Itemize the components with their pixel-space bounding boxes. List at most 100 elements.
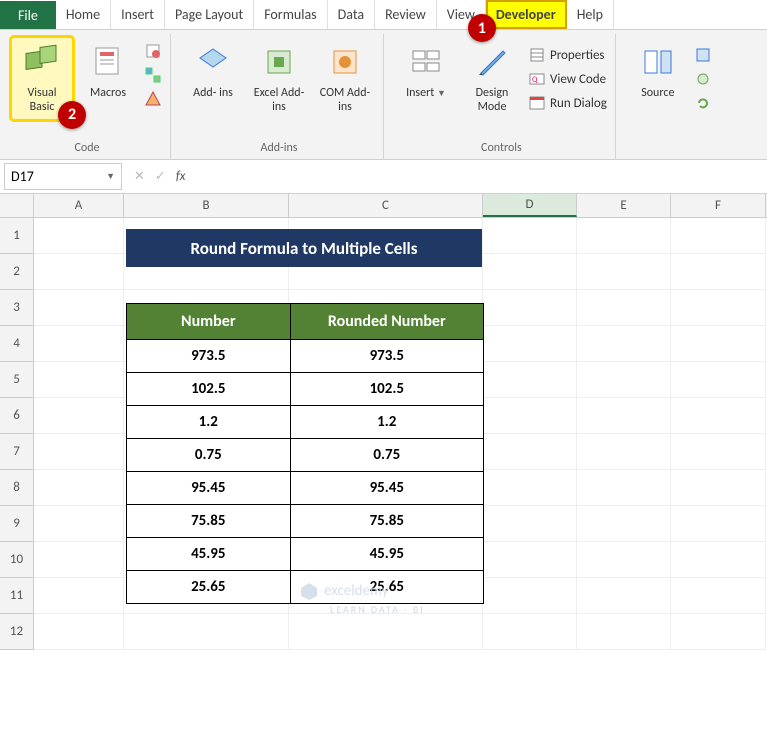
cell[interactable] <box>671 434 766 470</box>
cell-number[interactable]: 25.65 <box>127 571 291 604</box>
addins-button[interactable]: Add- ins <box>183 38 243 104</box>
cell-rounded[interactable]: 1.2 <box>290 406 483 439</box>
cell[interactable] <box>671 218 766 254</box>
row-header[interactable]: 4 <box>0 326 34 362</box>
tab-help[interactable]: Help <box>567 0 614 29</box>
cell[interactable] <box>671 254 766 290</box>
cell[interactable] <box>34 362 124 398</box>
cell-rounded[interactable]: 45.95 <box>290 538 483 571</box>
tab-developer[interactable]: Developer 1 <box>486 0 567 29</box>
cell[interactable] <box>577 506 671 542</box>
tab-page-layout[interactable]: Page Layout <box>165 0 254 29</box>
name-box-dropdown-icon[interactable]: ▼ <box>106 171 115 182</box>
cell[interactable] <box>483 578 577 614</box>
formula-cancel-icon[interactable]: ✕ <box>134 169 145 184</box>
cell[interactable] <box>671 614 766 650</box>
cell[interactable] <box>577 254 671 290</box>
cell-number[interactable]: 1.2 <box>127 406 291 439</box>
visual-basic-button[interactable]: Visual Basic 2 <box>12 38 72 119</box>
macros-button[interactable]: Macros <box>78 38 138 104</box>
cell[interactable] <box>483 326 577 362</box>
cell[interactable] <box>577 542 671 578</box>
tab-data[interactable]: Data <box>328 0 375 29</box>
cell[interactable] <box>577 578 671 614</box>
cell[interactable] <box>34 218 124 254</box>
row-header[interactable]: 1 <box>0 218 34 254</box>
cell-number[interactable]: 95.45 <box>127 472 291 505</box>
cell[interactable] <box>34 290 124 326</box>
cell-number[interactable]: 75.85 <box>127 505 291 538</box>
formula-input[interactable] <box>193 160 767 193</box>
row-header[interactable]: 5 <box>0 362 34 398</box>
record-macro-button[interactable] <box>144 42 162 60</box>
cell[interactable] <box>671 470 766 506</box>
macro-security-button[interactable] <box>144 90 162 108</box>
cell-number[interactable]: 973.5 <box>127 340 291 373</box>
cell[interactable] <box>671 290 766 326</box>
cell[interactable] <box>577 398 671 434</box>
cell[interactable] <box>34 542 124 578</box>
row-header[interactable]: 10 <box>0 542 34 578</box>
expansion-button[interactable] <box>694 70 712 88</box>
col-header-a[interactable]: A <box>34 194 124 217</box>
excel-addins-button[interactable]: Excel Add-ins <box>249 38 309 119</box>
cell[interactable] <box>34 578 124 614</box>
cell-rounded[interactable]: 973.5 <box>290 340 483 373</box>
cell[interactable] <box>483 398 577 434</box>
cell[interactable] <box>671 578 766 614</box>
cell[interactable] <box>577 434 671 470</box>
row-header[interactable]: 8 <box>0 470 34 506</box>
cell[interactable] <box>34 614 124 650</box>
cell-rounded[interactable]: 75.85 <box>290 505 483 538</box>
cell[interactable] <box>577 614 671 650</box>
cell-rounded[interactable]: 0.75 <box>290 439 483 472</box>
cell[interactable] <box>577 470 671 506</box>
col-header-d[interactable]: D <box>483 194 577 217</box>
cell[interactable] <box>671 542 766 578</box>
cell[interactable] <box>483 614 577 650</box>
fx-icon[interactable]: fx <box>176 169 186 184</box>
cell[interactable] <box>483 542 577 578</box>
cell[interactable] <box>671 362 766 398</box>
cell[interactable] <box>483 362 577 398</box>
tab-insert[interactable]: Insert <box>111 0 165 29</box>
source-button[interactable]: Source <box>628 38 688 104</box>
cell-number[interactable]: 0.75 <box>127 439 291 472</box>
cell-rounded[interactable]: 102.5 <box>290 373 483 406</box>
cell[interactable] <box>483 434 577 470</box>
cell[interactable] <box>671 506 766 542</box>
map-props-button[interactable] <box>694 46 712 64</box>
refresh-data-button[interactable] <box>694 94 712 112</box>
cell-rounded[interactable]: 95.45 <box>290 472 483 505</box>
view-code-button[interactable]: Q View Code <box>528 70 607 88</box>
cell[interactable] <box>124 614 289 650</box>
col-header-c[interactable]: C <box>289 194 483 217</box>
tab-home[interactable]: Home <box>56 0 111 29</box>
cell[interactable] <box>483 254 577 290</box>
row-header[interactable]: 6 <box>0 398 34 434</box>
file-tab[interactable]: File <box>0 1 56 29</box>
cell-number[interactable]: 45.95 <box>127 538 291 571</box>
col-header-b[interactable]: B <box>124 194 289 217</box>
cell[interactable] <box>671 398 766 434</box>
row-header[interactable]: 11 <box>0 578 34 614</box>
row-header[interactable]: 2 <box>0 254 34 290</box>
cell[interactable] <box>577 218 671 254</box>
row-header[interactable]: 9 <box>0 506 34 542</box>
tab-review[interactable]: Review <box>375 0 437 29</box>
cell[interactable] <box>483 506 577 542</box>
name-box[interactable]: D17 ▼ <box>4 163 122 190</box>
select-all-corner[interactable] <box>0 194 34 217</box>
cell-number[interactable]: 102.5 <box>127 373 291 406</box>
col-header-e[interactable]: E <box>577 194 671 217</box>
relative-refs-button[interactable] <box>144 66 162 84</box>
cell[interactable] <box>289 614 483 650</box>
design-mode-button[interactable]: Design Mode <box>462 38 522 119</box>
col-header-f[interactable]: F <box>671 194 766 217</box>
cell[interactable] <box>577 326 671 362</box>
cell[interactable] <box>34 506 124 542</box>
cell[interactable] <box>577 290 671 326</box>
cell[interactable] <box>483 470 577 506</box>
cell[interactable] <box>483 218 577 254</box>
cell[interactable] <box>34 434 124 470</box>
